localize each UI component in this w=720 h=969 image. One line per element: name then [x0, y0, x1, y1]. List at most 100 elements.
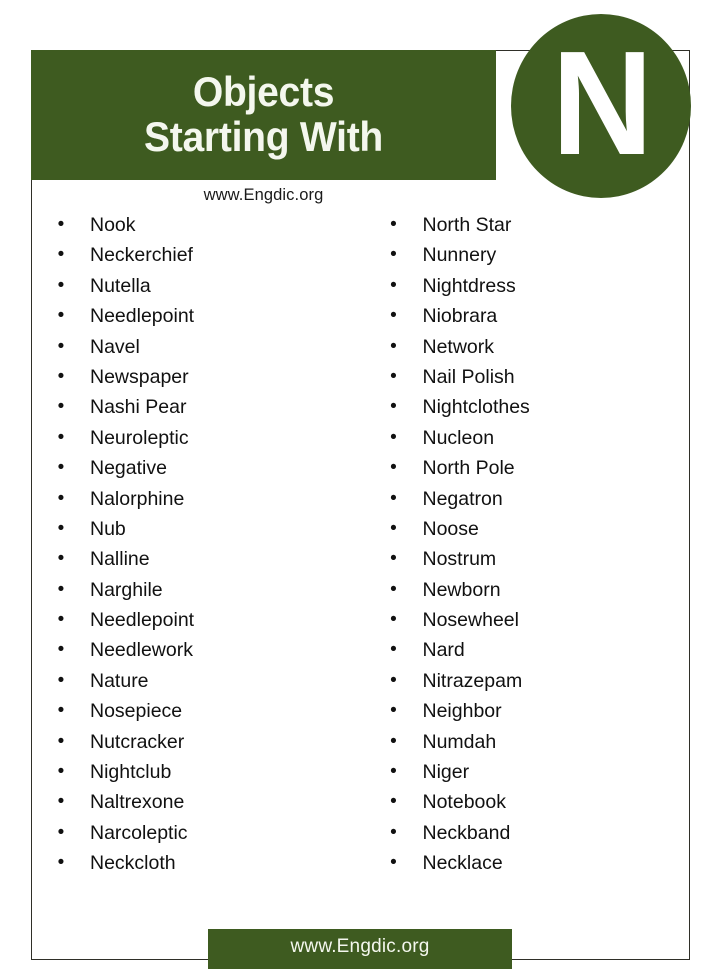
list-item: • Nightdress: [361, 271, 690, 301]
list-item-label: Needlepoint: [90, 305, 195, 328]
list-item: • Network: [361, 332, 690, 362]
bullet-icon: •: [390, 821, 397, 843]
list-item-label: Neighbor: [422, 700, 502, 723]
list-item: • Necklace: [361, 848, 690, 878]
footer-banner: www.Engdic.org: [208, 929, 512, 969]
list-item-label: Nard: [422, 639, 465, 662]
list-item-label: Needlework: [90, 639, 193, 662]
list-item: • Navel: [32, 332, 361, 362]
list-item-label: Nucleon: [422, 426, 495, 449]
list-item-label: Neckerchief: [90, 244, 193, 267]
list-item: • Newspaper: [32, 362, 361, 392]
bullet-icon: •: [57, 791, 65, 813]
list-item: • Neckerchief: [32, 240, 361, 270]
bullet-icon: •: [390, 335, 397, 357]
word-column-left: • Nook • Neckerchief • Nutella • Needlepoint • Na…: [32, 210, 361, 879]
bullet-icon: •: [57, 274, 65, 296]
list-item: • Neckcloth: [32, 848, 361, 878]
letter-badge-icon: N: [511, 14, 691, 198]
bullet-icon: •: [390, 639, 397, 661]
list-item-label: Narcoleptic: [90, 821, 188, 844]
list-item: • Nature: [32, 666, 361, 696]
bullet-icon: •: [390, 548, 397, 570]
page-title-line-1: Objects: [192, 68, 335, 116]
list-item: • Nightclothes: [361, 392, 690, 422]
list-item: • Negative: [32, 453, 361, 483]
header-banner: Objects Starting With: [31, 50, 496, 180]
list-item-label: Nalorphine: [90, 487, 185, 510]
list-item-label: Nitrazepam: [422, 669, 523, 692]
bullet-icon: •: [57, 761, 65, 783]
list-item-label: Nightclub: [90, 761, 172, 784]
badge-letter: N: [551, 21, 653, 186]
list-item: • North Pole: [361, 453, 690, 483]
list-item-label: Naltrexone: [90, 791, 185, 814]
list-item-label: Newspaper: [90, 365, 189, 388]
bullet-icon: •: [57, 852, 65, 874]
list-item: • Needlepoint: [32, 301, 361, 331]
list-item: • Nalline: [32, 544, 361, 574]
list-item: • Newborn: [361, 575, 690, 605]
worksheet-page: Objects Starting With N www.Engdic.org •…: [0, 0, 720, 969]
list-item-label: Nosepiece: [90, 700, 183, 723]
bullet-icon: •: [57, 365, 65, 387]
list-item-label: Network: [422, 335, 495, 358]
list-item: • Needlepoint: [32, 605, 361, 635]
bullet-icon: •: [57, 517, 65, 539]
list-item-label: Nightclothes: [422, 396, 530, 419]
bullet-icon: •: [57, 426, 65, 448]
list-item-label: Newborn: [422, 578, 501, 601]
list-item: • Nutella: [32, 271, 361, 301]
bullet-icon: •: [390, 852, 397, 874]
list-item-label: Nalline: [90, 548, 150, 571]
bullet-icon: •: [390, 700, 397, 722]
list-item: • North Star: [361, 210, 690, 240]
list-item-label: Nashi Pear: [90, 396, 187, 419]
word-column-right: • North Star • Nunnery • Nightdress • Niobrara •…: [361, 210, 690, 879]
list-item: • Nunnery: [361, 240, 690, 270]
bullet-icon: •: [57, 639, 65, 661]
bullet-icon: •: [390, 457, 397, 479]
list-item-label: Navel: [90, 335, 140, 358]
list-item: • Niger: [361, 757, 690, 787]
bullet-icon: •: [390, 365, 397, 387]
list-item-label: Nightdress: [422, 274, 516, 297]
list-item: • Neuroleptic: [32, 423, 361, 453]
list-item: • Nub: [32, 514, 361, 544]
bullet-icon: •: [390, 517, 397, 539]
list-item: • Nalorphine: [32, 484, 361, 514]
bullet-icon: •: [390, 669, 397, 691]
bullet-icon: •: [390, 761, 397, 783]
list-item-label: Negatron: [422, 487, 503, 510]
list-item-label: Niger: [422, 761, 470, 784]
bullet-icon: •: [57, 487, 65, 509]
page-title-line-2: Starting With: [143, 113, 384, 160]
bullet-icon: •: [390, 791, 397, 813]
bullet-icon: •: [57, 578, 65, 600]
list-item: • Naltrexone: [32, 787, 361, 817]
list-item: • Nutcracker: [32, 727, 361, 757]
list-item-label: Neckband: [422, 821, 511, 844]
list-item: • Negatron: [361, 484, 690, 514]
list-item-label: Nostrum: [422, 548, 497, 571]
bullet-icon: •: [390, 214, 397, 235]
list-item: • Needlework: [32, 635, 361, 665]
list-item: • Nitrazepam: [361, 666, 690, 696]
list-item-label: Needlepoint: [90, 609, 195, 632]
list-item: • Nightclub: [32, 757, 361, 787]
bullet-icon: •: [57, 335, 65, 357]
bullet-icon: •: [390, 426, 397, 448]
bullet-icon: •: [57, 730, 65, 752]
bullet-icon: •: [57, 214, 65, 235]
bullet-icon: •: [57, 821, 65, 843]
list-item-label: Necklace: [422, 852, 503, 875]
list-item: • Niobrara: [361, 301, 690, 331]
list-item-label: Nunnery: [422, 244, 497, 267]
list-item: • Nail Polish: [361, 362, 690, 392]
page-title: Objects Starting With: [47, 50, 479, 180]
list-item: • Nard: [361, 635, 690, 665]
footer-site-url: www.Engdic.org: [290, 936, 430, 957]
list-item-label: Neuroleptic: [90, 426, 189, 449]
bullet-icon: •: [57, 244, 65, 266]
list-item: • Notebook: [361, 787, 690, 817]
